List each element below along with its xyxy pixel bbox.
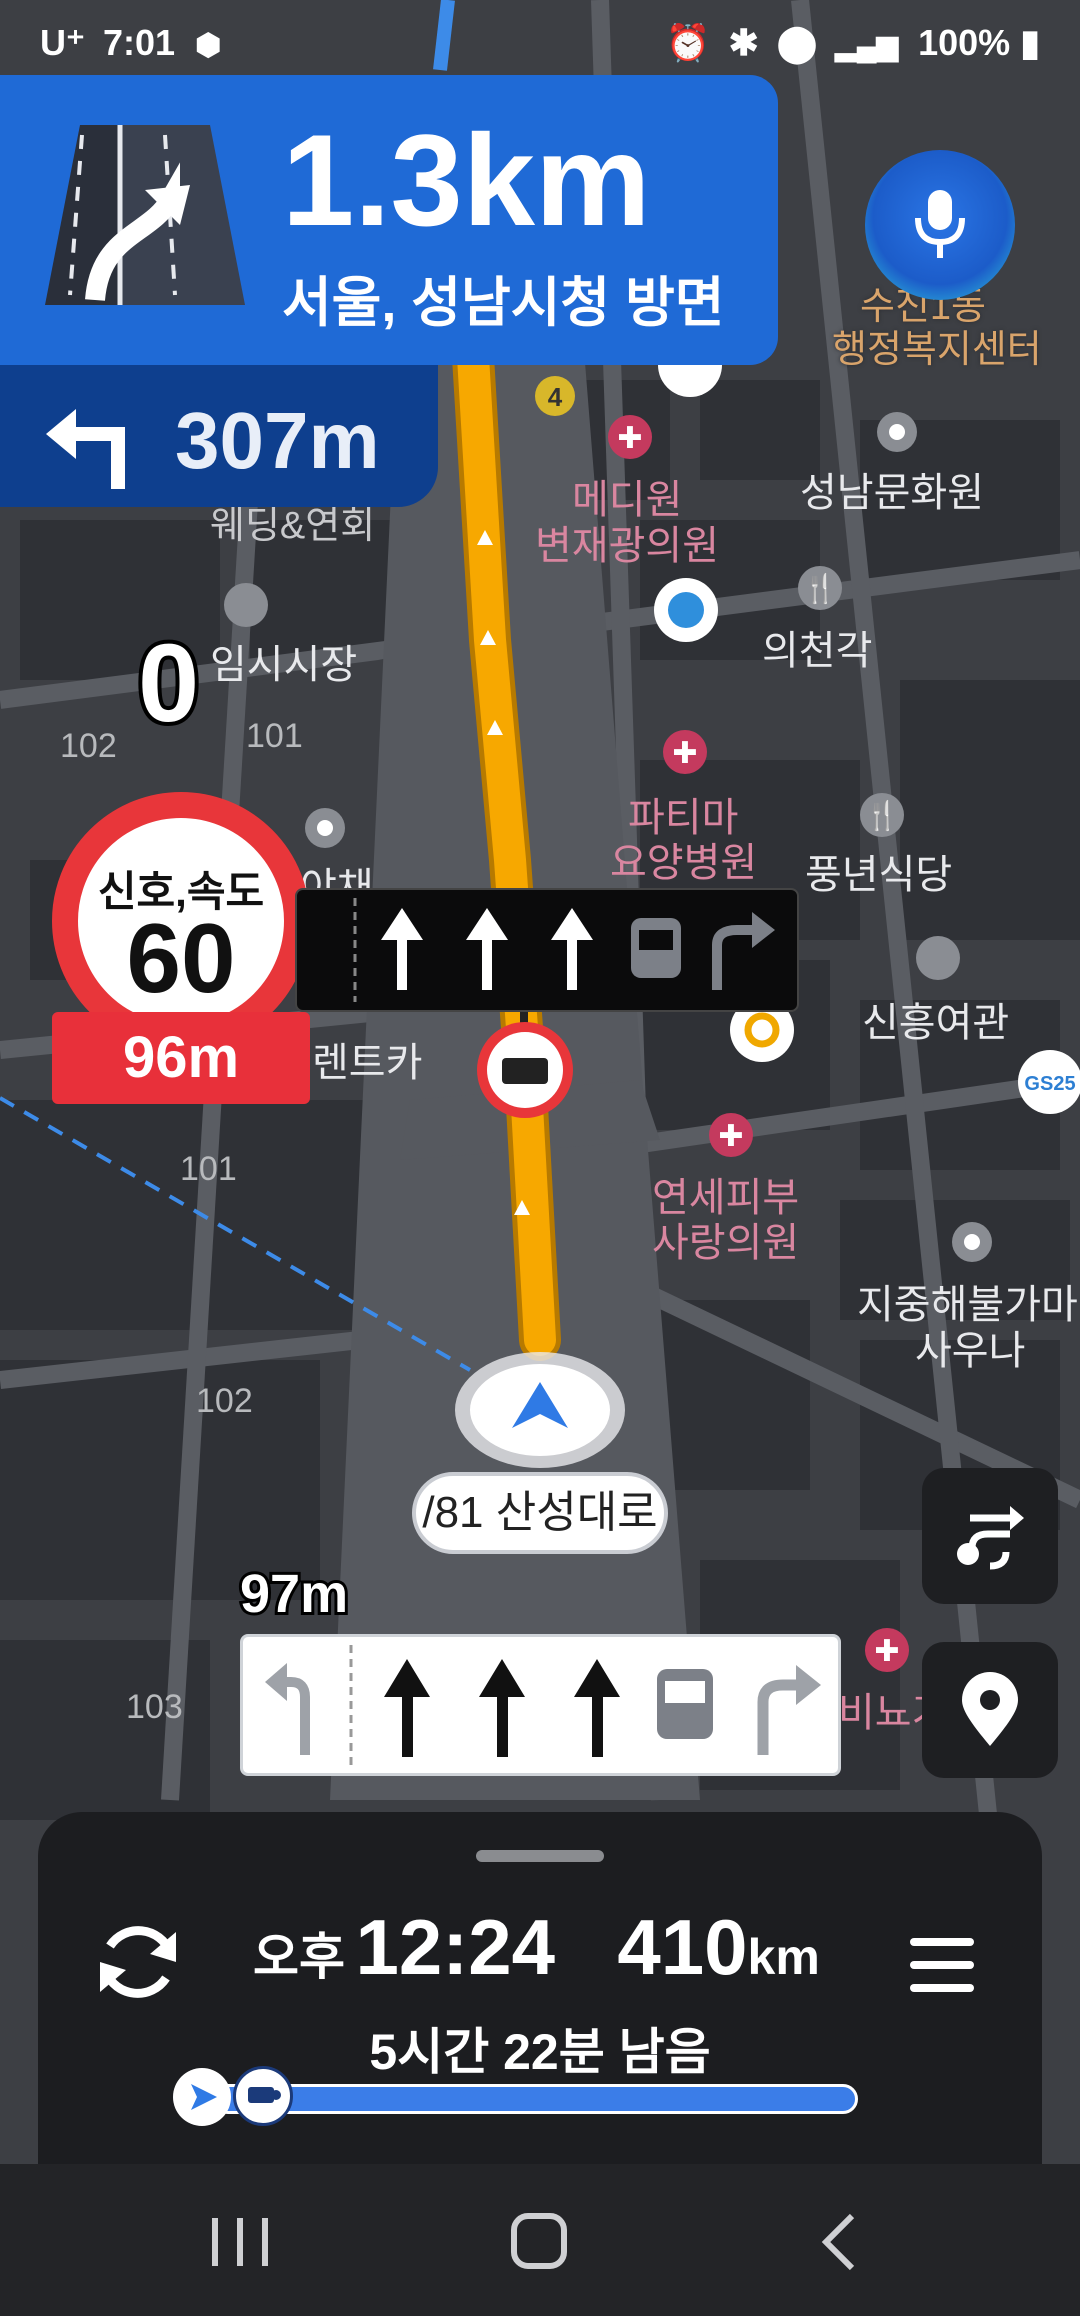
svg-text:✚: ✚ (718, 1119, 743, 1154)
signal-icon: ▂▄▆ (835, 30, 899, 61)
eta-ampm: 오후 (253, 1929, 345, 1985)
right-turn-icon (757, 1679, 799, 1755)
distance-unit: km (747, 1929, 820, 1985)
eta-time: 12:24 (355, 1903, 555, 1991)
straight-arrow-icon (384, 1659, 620, 1757)
turn-left-icon (46, 409, 125, 489)
turn-distance: 1.3km (282, 107, 651, 253)
carrier-label: U⁺ (40, 22, 85, 63)
turn-guidance-panel[interactable]: 1.3km 서울, 성남시청 방면 (0, 75, 778, 365)
lane-guide-map (295, 888, 799, 1012)
svg-text:✚: ✚ (874, 1634, 899, 1669)
alarm-icon: ⏰ (665, 22, 711, 63)
menu-icon[interactable] (892, 1920, 992, 2010)
app-notification-icon: ⬢ (195, 29, 222, 62)
my-location-button[interactable] (922, 1642, 1058, 1778)
next-turn-panel[interactable]: 307m (0, 365, 438, 507)
location-icon: ⬤ (776, 22, 818, 63)
speed-camera-icon (233, 2066, 293, 2126)
turn-direction: 서울, 성남시청 방면 (282, 273, 725, 333)
building-number: 102 (60, 727, 117, 765)
lane-arrows (353, 898, 775, 1002)
poi-label: 의천각 (762, 629, 873, 673)
battery-icon: ▮ (1020, 22, 1040, 63)
drag-handle[interactable] (476, 1850, 604, 1862)
status-bar: U⁺ 7:01 ⬢ ⏰ ✱ ⬤ ▂▄▆ 100% ▮ (0, 0, 1080, 80)
home-icon[interactable] (500, 2212, 580, 2272)
svg-text:✚: ✚ (617, 421, 642, 456)
bus-lane-icon (657, 1669, 713, 1739)
route-progress-bar (173, 2066, 883, 2126)
svg-text:🍴: 🍴 (865, 799, 900, 832)
reroute-icon[interactable] (88, 1912, 188, 2012)
right-turn-icon (712, 925, 755, 990)
poi-label: 풍년식당 (805, 853, 953, 897)
bluetooth-icon: ✱ (728, 22, 759, 63)
next-turn-distance: 307m (175, 396, 380, 485)
microphone-icon (915, 190, 965, 258)
junction-view-icon (45, 125, 245, 305)
building-number: 103 (126, 1688, 183, 1726)
voice-search-button[interactable] (865, 150, 1015, 300)
progress-track (213, 2084, 858, 2114)
speed-limit-value: 60 (126, 903, 236, 1013)
poi-label: 행정복지센터 (832, 329, 1042, 371)
svg-text:🍴: 🍴 (803, 572, 838, 605)
poi-label: 임시시장 (210, 643, 358, 687)
poi-label: 렌트카 (312, 1041, 423, 1085)
svg-text:4: 4 (548, 382, 563, 412)
back-icon[interactable] (800, 2212, 880, 2272)
poi-label: 신흥여관 (862, 1001, 1010, 1045)
poi-label: 성남문화원 (800, 471, 984, 515)
route-options-button[interactable] (922, 1468, 1058, 1604)
speed-camera-distance: 96m (52, 1012, 310, 1104)
current-position-icon (173, 2068, 231, 2126)
svg-text:GS25: GS25 (1024, 1073, 1075, 1095)
poi-label: 사우나 (915, 1329, 1026, 1373)
svg-text:✚: ✚ (672, 736, 697, 771)
eta-row: 오후 12:24 410km (253, 1902, 820, 1993)
poi-label: 변재광의원 (535, 524, 719, 568)
current-speed: 0 (134, 618, 203, 749)
route-change-icon (957, 1506, 1024, 1570)
lane-guide-distance: 97m (237, 1561, 351, 1627)
building-number: 102 (196, 1382, 253, 1420)
lane-guide (240, 1634, 841, 1776)
building-number: 101 (246, 717, 303, 755)
recent-apps-icon[interactable] (200, 2212, 280, 2272)
lane-arrows (265, 1645, 821, 1765)
current-road-name: /81 산성대로 (412, 1472, 668, 1554)
poi-label: 사랑의원 (652, 1221, 800, 1265)
system-navigation-bar (0, 2164, 1080, 2316)
battery-level: 100% (918, 22, 1011, 63)
remaining-distance: 410 (617, 1903, 748, 1991)
straight-arrow-icon (381, 908, 593, 990)
location-pin-icon (962, 1672, 1018, 1746)
poi-label: 요양병원 (610, 841, 758, 885)
clock: 7:01 (103, 22, 176, 63)
building-number: 101 (180, 1150, 237, 1188)
